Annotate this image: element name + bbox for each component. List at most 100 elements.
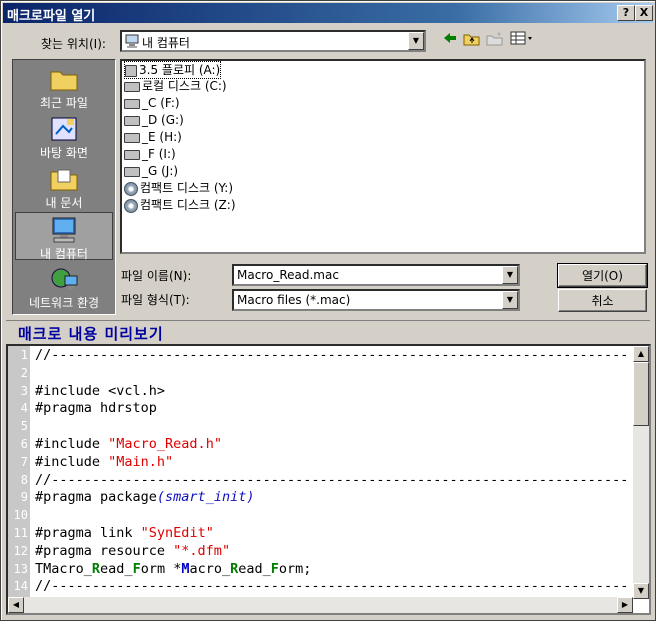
drive-icon bbox=[124, 149, 140, 160]
cancel-button[interactable]: 취소 bbox=[558, 289, 647, 312]
line-number: 14 bbox=[13, 579, 28, 594]
line-number: 5 bbox=[20, 419, 28, 434]
drive-icon bbox=[124, 166, 140, 177]
open-button[interactable]: 열기(O) bbox=[557, 263, 648, 288]
cd-icon bbox=[124, 198, 138, 213]
desktop-icon bbox=[51, 117, 77, 141]
code-line: 11 #pragma link "SynEdit" bbox=[8, 524, 638, 542]
list-item[interactable]: _F (I:) bbox=[124, 146, 176, 162]
list-item[interactable]: _G (J:) bbox=[124, 163, 178, 179]
place-my-documents[interactable]: 내 문서 bbox=[15, 162, 113, 210]
drive-icon bbox=[124, 132, 140, 143]
code-text: #include "Macro_Read.h" bbox=[35, 436, 222, 452]
scroll-down-icon[interactable]: ▼ bbox=[633, 583, 649, 599]
code-text: #include <vcl.h> bbox=[35, 382, 166, 399]
file-list: 3.5 플로피 (A:) 로컬 디스크 (C:) _C (F:) _D (G:)… bbox=[120, 59, 646, 254]
scroll-right-icon[interactable]: ▶ bbox=[617, 597, 633, 613]
code-line: 6 #include "Macro_Read.h" bbox=[8, 435, 638, 453]
chevron-down-icon[interactable]: ▼ bbox=[502, 266, 518, 284]
code-line: 3 #include <vcl.h> bbox=[8, 382, 638, 400]
place-label: 네트워크 환경 bbox=[28, 296, 100, 310]
line-number: 1 bbox=[20, 348, 28, 362]
line-number: 4 bbox=[20, 401, 28, 416]
code-line: 7 #include "Main.h" bbox=[8, 453, 638, 471]
code-text: #pragma resource "*.dfm" bbox=[35, 542, 231, 559]
code-line: 9 #pragma package(smart_init) bbox=[8, 488, 638, 506]
code-text: #pragma package(smart_init) bbox=[35, 489, 255, 506]
filename-label: 파일 이름(N): bbox=[121, 269, 192, 283]
look-in-select[interactable]: 내 컴퓨터 ▼ bbox=[120, 30, 426, 52]
line-number: 6 bbox=[20, 437, 28, 451]
list-item[interactable]: 컴팩트 디스크 (Z:) bbox=[124, 197, 236, 213]
place-my-computer[interactable]: 내 컴퓨터 bbox=[15, 212, 113, 261]
window-title: 매크로파일 열기 bbox=[7, 9, 96, 24]
filetype-label: 파일 형식(T): bbox=[121, 293, 190, 307]
code-text: //--------------------------------------… bbox=[35, 347, 629, 363]
look-in-label: 찾는 위치(I): bbox=[41, 37, 106, 51]
chevron-down-icon[interactable]: ▼ bbox=[502, 291, 518, 309]
list-item[interactable]: 로컬 디스크 (C:) bbox=[124, 78, 227, 94]
help-button[interactable]: ? bbox=[617, 5, 635, 21]
open-macro-dialog: 매크로파일 열기 ? X 찾는 위치(I): 내 컴퓨터 ▼ 최근 파일 바탕 … bbox=[0, 0, 656, 621]
code-line: 1 //-------------------------------------… bbox=[8, 346, 638, 364]
code-line: 13 TMacro_Read_Form *Macro_Read_Form; bbox=[8, 560, 638, 578]
vertical-scrollbar[interactable]: ▲ ▼ bbox=[633, 346, 649, 599]
filetype-value: Macro files (*.mac) bbox=[237, 293, 351, 307]
code-line: 12 #pragma resource "*.dfm" bbox=[8, 542, 638, 560]
code-text: #include "Main.h" bbox=[35, 453, 174, 470]
preview-header: 매크로 내용 미리보기 bbox=[6, 320, 650, 344]
filetype-select[interactable]: Macro files (*.mac) ▼ bbox=[232, 289, 520, 311]
place-network[interactable]: 네트워크 환경 bbox=[15, 262, 113, 310]
line-number: 10 bbox=[13, 508, 28, 523]
code-line: 10 bbox=[8, 506, 638, 524]
title-bar: 매크로파일 열기 ? X bbox=[3, 3, 653, 24]
list-item[interactable]: 3.5 플로피 (A:) bbox=[124, 61, 222, 79]
drive-icon bbox=[124, 98, 140, 109]
new-folder-icon[interactable] bbox=[485, 31, 505, 49]
code-line: 5 bbox=[8, 417, 638, 435]
line-number: 13 bbox=[13, 561, 28, 576]
filename-value: Macro_Read.mac bbox=[237, 268, 339, 282]
place-label: 내 컴퓨터 bbox=[40, 247, 88, 261]
list-item[interactable]: _D (G:) bbox=[124, 112, 184, 128]
close-button[interactable]: X bbox=[635, 5, 653, 21]
view-menu-icon[interactable] bbox=[509, 31, 535, 49]
list-item[interactable]: _C (F:) bbox=[124, 95, 180, 111]
code-preview[interactable]: 1 //-------------------------------------… bbox=[6, 344, 651, 615]
folder-icon bbox=[50, 71, 78, 91]
network-icon bbox=[51, 268, 78, 289]
code-text: //--------------------------------------… bbox=[35, 471, 629, 488]
scroll-left-icon[interactable]: ◀ bbox=[8, 597, 24, 613]
back-arrow-icon[interactable] bbox=[440, 31, 460, 49]
code-line: 4 #pragma hdrstop bbox=[8, 399, 638, 417]
code-line: 14 //------------------------------------… bbox=[8, 577, 638, 595]
horizontal-scrollbar[interactable]: ◀ ▶ bbox=[8, 597, 633, 613]
scroll-thumb[interactable] bbox=[633, 362, 649, 426]
code-text: #pragma link "SynEdit" bbox=[35, 525, 214, 541]
line-number: 8 bbox=[20, 472, 28, 487]
list-item[interactable]: 컴팩트 디스크 (Y:) bbox=[124, 180, 233, 196]
place-recent[interactable]: 최근 파일 bbox=[15, 62, 113, 110]
look-in-value: 내 컴퓨터 bbox=[142, 36, 190, 50]
chevron-down-icon[interactable]: ▼ bbox=[408, 32, 424, 50]
line-number: 7 bbox=[20, 454, 28, 469]
filename-input[interactable]: Macro_Read.mac ▼ bbox=[232, 264, 520, 286]
line-number: 12 bbox=[13, 543, 28, 558]
documents-folder-icon bbox=[50, 169, 78, 191]
code-text: //--------------------------------------… bbox=[35, 578, 629, 595]
list-item[interactable]: _E (H:) bbox=[124, 129, 182, 145]
place-label: 내 문서 bbox=[45, 196, 83, 210]
up-folder-icon[interactable] bbox=[462, 31, 482, 49]
code-line: 8 //-------------------------------------… bbox=[8, 471, 638, 489]
line-number: 9 bbox=[20, 490, 28, 505]
line-number: 2 bbox=[20, 365, 28, 380]
scroll-up-icon[interactable]: ▲ bbox=[633, 346, 649, 362]
places-bar: 최근 파일 바탕 화면 내 문서 내 컴퓨터 네트워크 환경 bbox=[12, 59, 116, 315]
computer-icon bbox=[52, 217, 76, 243]
cd-icon bbox=[124, 181, 138, 196]
code-text: #pragma hdrstop bbox=[35, 400, 157, 417]
code-line: 2 bbox=[8, 364, 638, 382]
code-text: TMacro_Read_Form *Macro_Read_Form; bbox=[35, 560, 312, 577]
place-desktop[interactable]: 바탕 화면 bbox=[15, 112, 113, 160]
floppy-icon bbox=[125, 64, 137, 77]
